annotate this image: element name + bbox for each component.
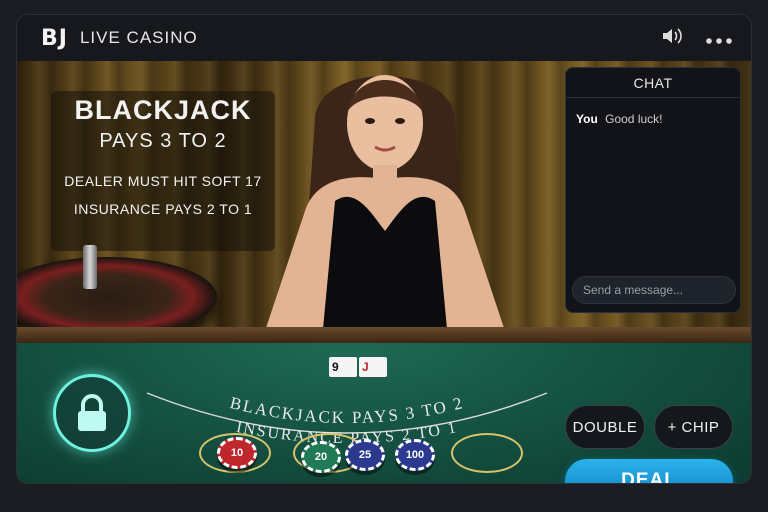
app-title: LIVE CASINO	[79, 28, 198, 47]
bet-spot-right[interactable]	[451, 433, 523, 473]
chat-message-user: You	[576, 112, 598, 126]
chat-input[interactable]	[573, 277, 735, 303]
lock-icon	[78, 394, 106, 431]
roulette-spindle	[83, 245, 97, 289]
speaker-icon[interactable]	[661, 27, 683, 50]
arc-text-blackjack: BLACKJACK PAYS 3 TO 2	[228, 393, 464, 427]
lock-button[interactable]	[53, 374, 131, 452]
more-icon[interactable]	[705, 27, 733, 49]
chat-message-text: Good luck!	[605, 112, 663, 126]
dealer-cards: 9 J	[329, 357, 387, 377]
deal-button[interactable]: DEAL	[565, 459, 733, 483]
double-button[interactable]: DOUBLE	[565, 405, 645, 449]
table-rail	[17, 327, 751, 343]
dealer-video	[265, 75, 505, 361]
top-bar: BJ LIVE CASINO	[17, 15, 751, 61]
chip-100[interactable]: 100	[395, 439, 435, 471]
chat-title: CHAT	[566, 68, 740, 98]
chip-20[interactable]: 20	[301, 441, 341, 473]
add-chip-button[interactable]: + CHIP	[654, 405, 733, 449]
chip-10[interactable]: 10	[217, 437, 257, 469]
chat-message: You Good luck!	[566, 98, 740, 140]
app-window: BJ LIVE CASINO BLACKJACK PAYS 3 TO 2 DEA…	[16, 14, 752, 484]
chat-input-container	[572, 276, 736, 304]
game-stage: BLACKJACK PAYS 3 TO 2 DEALER MUST HIT SO…	[17, 61, 751, 483]
app-logo: BJ	[41, 25, 68, 51]
svg-text:BLACKJACK PAYS 3 TO 2: BLACKJACK PAYS 3 TO 2	[228, 393, 466, 427]
chat-panel: CHAT You Good luck!	[565, 67, 741, 313]
card: 9	[329, 357, 357, 377]
card: J	[359, 357, 387, 377]
chip-25[interactable]: 25	[345, 439, 385, 471]
